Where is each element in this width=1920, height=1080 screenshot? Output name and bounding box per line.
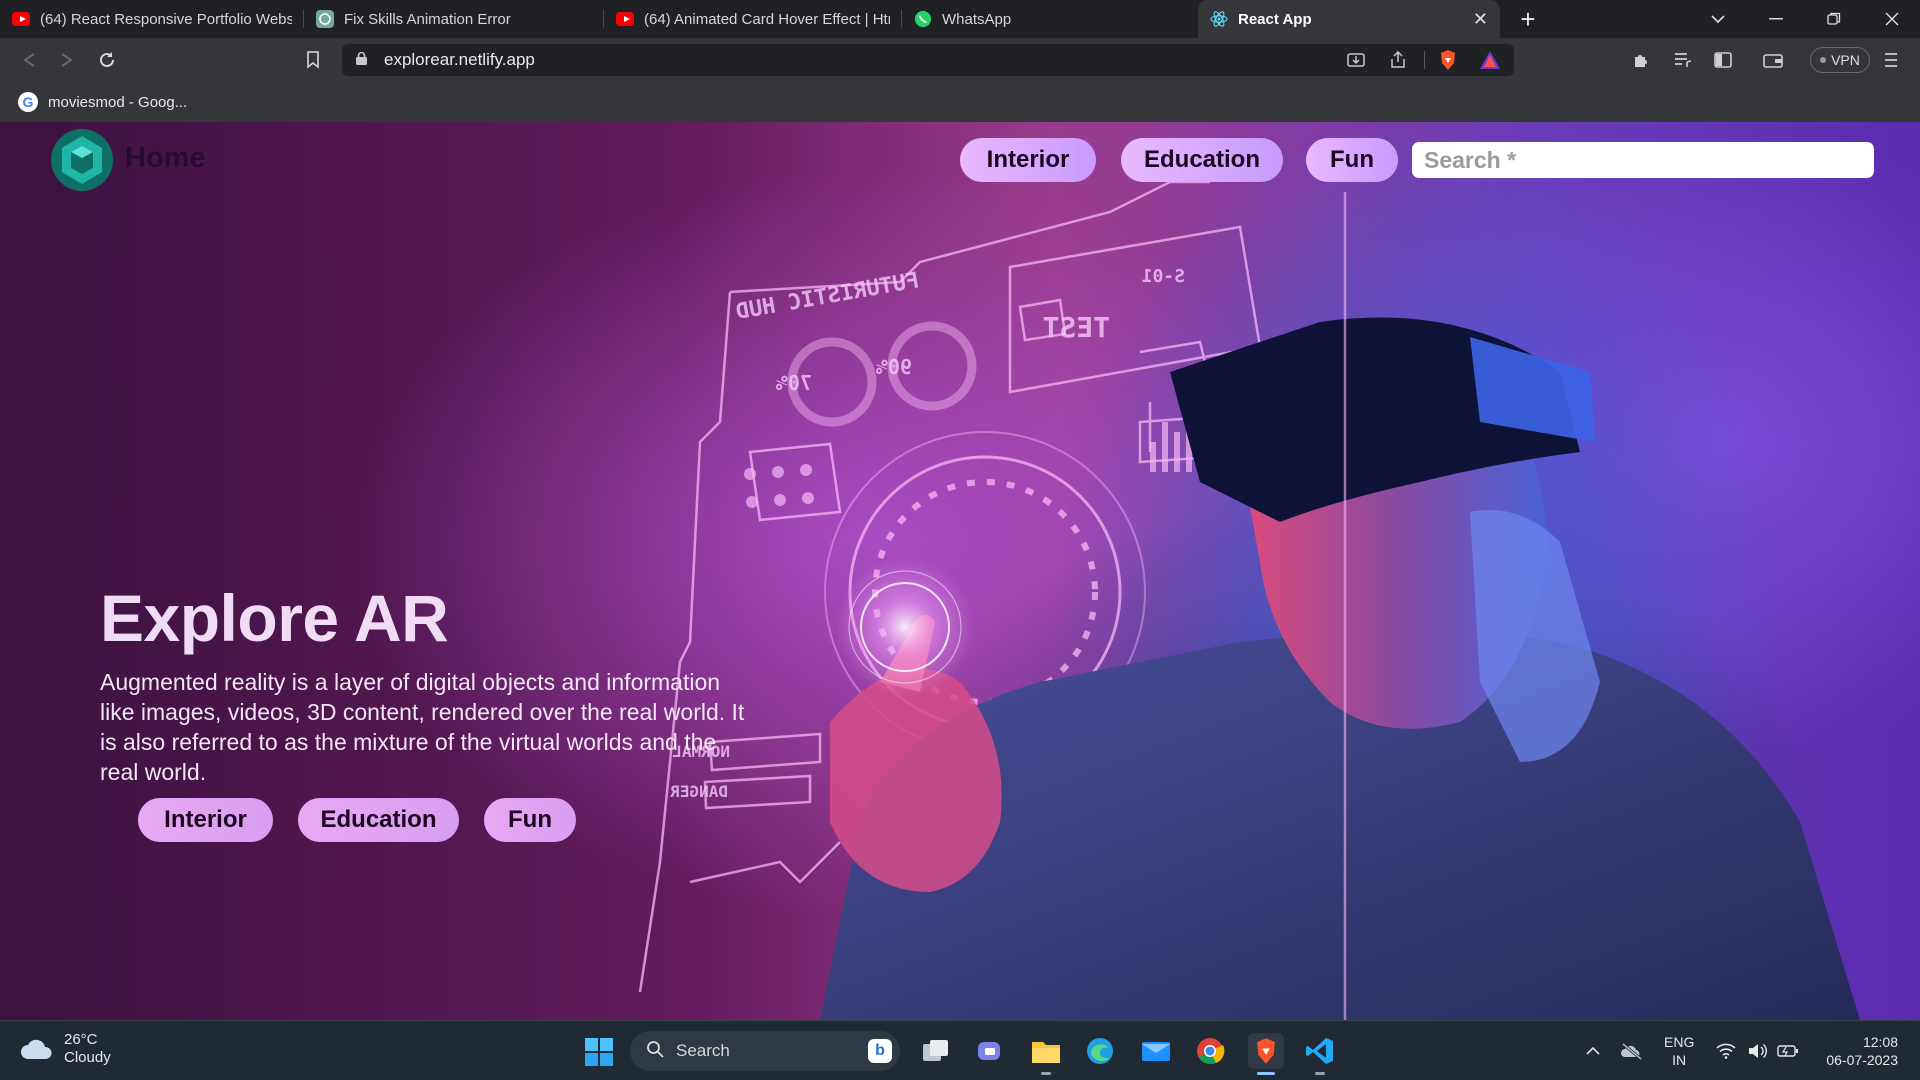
hero-interior-button[interactable]: Interior [138,798,273,842]
bookmark-icon[interactable] [298,46,328,74]
hero-education-button[interactable]: Education [298,798,459,842]
browser-toolbar: explorear.netlify.app VPN [0,38,1920,82]
nav-education-button[interactable]: Education [1121,138,1283,182]
tab-fix-skills[interactable]: Fix Skills Animation Error [304,0,604,38]
brave-rewards-icon[interactable] [1476,47,1504,73]
bookmark-label: moviesmod - Goog... [48,93,188,111]
lang-line1: ENG [1664,1034,1695,1050]
minimize-icon[interactable] [1748,0,1804,38]
battery-icon[interactable] [1774,1021,1802,1080]
web-page: FUTURISTIC HUD TEST S-01 70% 90% NORMAL … [0,122,1920,1020]
search-icon [646,1040,664,1063]
bookmark-moviesmod[interactable]: G moviesmod - Goog... [18,92,187,112]
weather-temp: 26°C [64,1031,98,1048]
install-app-icon[interactable] [1342,47,1370,73]
home-link[interactable]: Home [125,142,206,175]
tab-label: WhatsApp [942,10,1012,28]
close-window-icon[interactable] [1864,0,1920,38]
playlist-icon[interactable] [1668,46,1698,74]
tab-bar: (64) React Responsive Portfolio Websit F… [0,0,1920,38]
windows-start-icon[interactable] [584,1037,614,1067]
hud-pct1-text: 70% [776,371,812,395]
search-box[interactable] [1412,142,1874,178]
system-clock[interactable]: 12:08 06-07-2023 [1812,1033,1898,1069]
file-explorer-icon[interactable] [1028,1033,1064,1075]
new-tab-button[interactable]: + [1500,0,1556,38]
weather-condition: Cloudy [64,1049,111,1066]
nav-interior-button[interactable]: Interior [960,138,1096,182]
vpn-label: VPN [1831,52,1860,68]
hud-test-text: TEST [1043,311,1110,344]
tab-label: (64) React Responsive Portfolio Websit [40,10,292,28]
tab-label: Fix Skills Animation Error [344,10,511,28]
taskbar-search[interactable]: Search b [630,1031,900,1071]
tab-label: React App [1238,10,1312,28]
clock-time: 12:08 [1862,1034,1898,1050]
google-icon: G [18,92,38,112]
tab-react-portfolio[interactable]: (64) React Responsive Portfolio Websit [0,0,304,38]
extensions-icon[interactable] [1626,46,1656,74]
chrome-icon[interactable] [1192,1033,1228,1069]
touch-glow [835,557,975,697]
hud-pct2-text: 90% [876,355,912,379]
windows-taskbar: 26°C Cloudy Search b ENG IN 12:08 06-07-… [0,1020,1920,1080]
tab-animated-card[interactable]: (64) Animated Card Hover Effect | Htm [604,0,902,38]
chevron-up-icon[interactable] [1580,1021,1606,1080]
task-view-icon[interactable] [918,1033,954,1069]
weather-widget[interactable]: 26°C Cloudy [20,1031,111,1067]
back-icon[interactable] [14,46,44,74]
taskbar-search-label: Search [676,1041,730,1060]
nav-fun-button[interactable]: Fun [1306,138,1398,182]
restore-icon[interactable] [1806,0,1862,38]
tab-whatsapp[interactable]: WhatsApp [902,0,1198,38]
chevron-down-icon[interactable] [1690,0,1746,38]
clock-date: 06-07-2023 [1826,1052,1898,1068]
tab-react-app[interactable]: React App ✕ [1198,0,1500,38]
reload-icon[interactable] [92,46,122,74]
hero-description: Augmented reality is a layer of digital … [100,669,745,785]
whatsapp-icon [914,10,932,28]
hero-fun-button[interactable]: Fun [484,798,576,842]
sidebar-icon[interactable] [1708,46,1738,74]
vpn-status-dot [1820,57,1827,63]
lang-line2: IN [1672,1052,1687,1068]
youtube-icon [616,10,634,28]
tab-label: (64) Animated Card Hover Effect | Htm [644,10,890,28]
chatgpt-icon [316,10,334,28]
cloud-icon [21,1039,52,1059]
language-indicator[interactable]: ENG IN [1664,1033,1694,1069]
wallet-icon[interactable] [1758,46,1788,74]
edge-icon[interactable] [1082,1033,1118,1069]
bookmarks-bar: G moviesmod - Goog... [0,82,1920,122]
teams-chat-icon[interactable] [972,1033,1008,1069]
wifi-icon[interactable] [1712,1021,1740,1080]
address-bar[interactable]: explorear.netlify.app [342,44,1514,76]
brave-taskbar-icon[interactable] [1248,1033,1284,1075]
onedrive-icon[interactable] [1618,1021,1646,1080]
vscode-icon[interactable] [1302,1033,1338,1075]
vpn-button[interactable]: VPN [1810,47,1870,73]
mail-icon[interactable] [1138,1033,1174,1069]
logo-icon[interactable] [50,128,114,192]
hero-background-image: FUTURISTIC HUD TEST S-01 70% 90% NORMAL … [638,180,1860,1020]
bing-icon[interactable]: b [868,1039,892,1063]
lock-icon [356,52,367,65]
hud-code-text: S-01 [1142,266,1185,287]
brave-shields-icon[interactable] [1434,47,1462,73]
search-input[interactable] [1412,142,1874,178]
share-icon[interactable] [1384,47,1412,73]
youtube-icon [12,10,30,28]
forward-icon[interactable] [52,46,82,74]
react-icon [1210,10,1228,28]
hud-futuristic-text: FUTURISTIC HUD [734,268,921,325]
url-text: explorear.netlify.app [384,50,535,69]
hero-title: Explore AR [100,581,449,655]
menu-icon[interactable] [1876,46,1906,74]
volume-icon[interactable] [1744,1021,1772,1080]
close-tab-icon[interactable]: ✕ [1473,9,1488,30]
